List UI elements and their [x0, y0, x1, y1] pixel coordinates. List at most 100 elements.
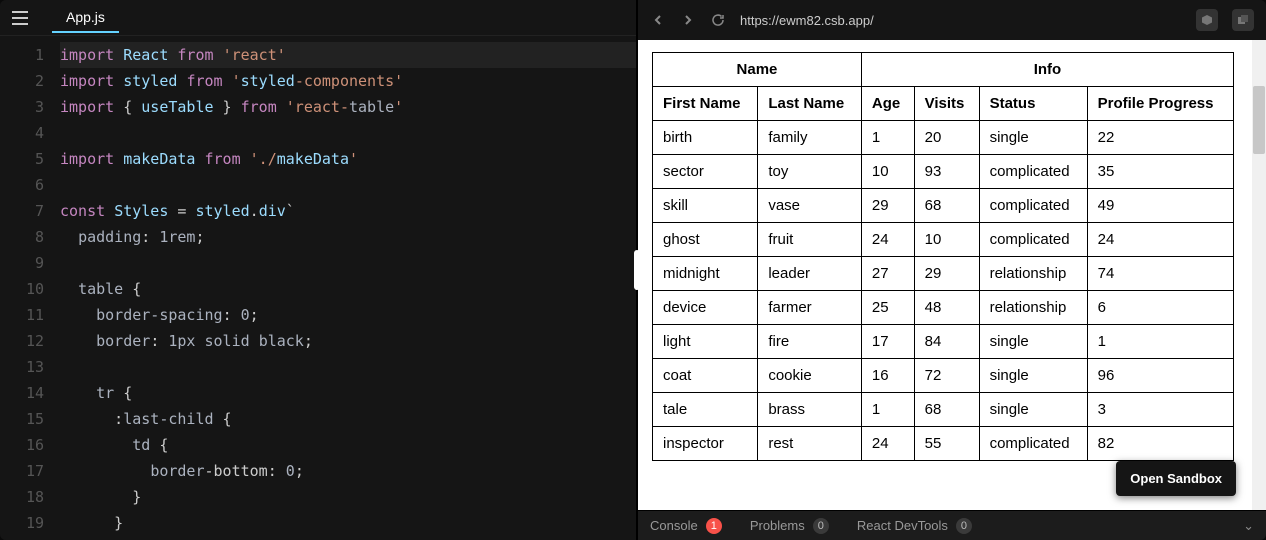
- table-cell: family: [758, 121, 862, 155]
- table-body: birthfamily120single22sectortoy1093compl…: [653, 121, 1234, 461]
- preview-scrollbar-thumb[interactable]: [1253, 86, 1265, 154]
- menu-icon[interactable]: [8, 6, 32, 30]
- table-cell: 84: [914, 325, 979, 359]
- tab-app-js[interactable]: App.js: [52, 3, 119, 33]
- table-cell: 82: [1087, 427, 1233, 461]
- column-header: Status: [979, 87, 1087, 121]
- table-cell: 3: [1087, 393, 1233, 427]
- code-line[interactable]: :last-child {: [60, 406, 636, 432]
- browser-bar: https://ewm82.csb.app/: [638, 0, 1266, 40]
- reload-icon[interactable]: [710, 12, 726, 28]
- line-number: 17: [0, 458, 44, 484]
- devtools-tab[interactable]: Problems0: [750, 518, 829, 534]
- table-cell: 10: [914, 223, 979, 257]
- table-cell: device: [653, 291, 758, 325]
- table-cell: 22: [1087, 121, 1233, 155]
- table-cell: 72: [914, 359, 979, 393]
- table-cell: complicated: [979, 189, 1087, 223]
- table-group-header-row: Name Info: [653, 53, 1234, 87]
- table-row: birthfamily120single22: [653, 121, 1234, 155]
- table-cell: 48: [914, 291, 979, 325]
- table-cell: single: [979, 393, 1087, 427]
- table-cell: farmer: [758, 291, 862, 325]
- table-cell: 27: [861, 257, 914, 291]
- table-cell: 6: [1087, 291, 1233, 325]
- table-cell: single: [979, 325, 1087, 359]
- code-line[interactable]: [60, 120, 636, 146]
- badge: 0: [956, 518, 972, 534]
- line-number: 5: [0, 146, 44, 172]
- code-line[interactable]: }: [60, 510, 636, 536]
- code-line[interactable]: import { useTable } from 'react-table': [60, 94, 636, 120]
- table-row: midnightleader2729relationship74: [653, 257, 1234, 291]
- code-line[interactable]: border-spacing: 0;: [60, 302, 636, 328]
- table-cell: 49: [1087, 189, 1233, 223]
- line-number: 6: [0, 172, 44, 198]
- codesandbox-icon[interactable]: [1196, 9, 1218, 31]
- code-line[interactable]: td {: [60, 432, 636, 458]
- table-cell: inspector: [653, 427, 758, 461]
- table-cell: brass: [758, 393, 862, 427]
- forward-icon[interactable]: [680, 12, 696, 28]
- code-line[interactable]: }: [60, 484, 636, 510]
- code-content[interactable]: import React from 'react'import styled f…: [60, 36, 636, 540]
- address-bar[interactable]: https://ewm82.csb.app/: [740, 13, 1182, 28]
- code-line[interactable]: [60, 172, 636, 198]
- table-row: devicefarmer2548relationship6: [653, 291, 1234, 325]
- line-gutter: 12345678910111213141516171819: [0, 36, 60, 540]
- table-cell: 16: [861, 359, 914, 393]
- code-area[interactable]: 12345678910111213141516171819 import Rea…: [0, 36, 636, 540]
- table-row: talebrass168single3: [653, 393, 1234, 427]
- table-cell: 68: [914, 189, 979, 223]
- editor-pane: App.js 12345678910111213141516171819 imp…: [0, 0, 636, 540]
- open-sandbox-button[interactable]: Open Sandbox: [1116, 461, 1236, 496]
- devtools-tab[interactable]: Console1: [650, 518, 722, 534]
- line-number: 13: [0, 354, 44, 380]
- table-cell: complicated: [979, 223, 1087, 257]
- table-cell: 25: [861, 291, 914, 325]
- new-window-icon[interactable]: [1232, 9, 1254, 31]
- code-line[interactable]: import React from 'react': [60, 42, 636, 68]
- line-number: 15: [0, 406, 44, 432]
- line-number: 11: [0, 302, 44, 328]
- back-icon[interactable]: [650, 12, 666, 28]
- code-line[interactable]: import makeData from './makeData': [60, 146, 636, 172]
- devtools-tab[interactable]: React DevTools 0: [857, 518, 972, 534]
- table-row: sectortoy1093complicated35: [653, 155, 1234, 189]
- preview-scrollbar[interactable]: [1252, 40, 1266, 510]
- line-number: 10: [0, 276, 44, 302]
- table-cell: birth: [653, 121, 758, 155]
- table-cell: 1: [861, 393, 914, 427]
- code-line[interactable]: border: 1px solid black;: [60, 328, 636, 354]
- preview-pane: https://ewm82.csb.app/ Name Info First N…: [638, 0, 1266, 540]
- table-cell: ghost: [653, 223, 758, 257]
- line-number: 7: [0, 198, 44, 224]
- table-cell: single: [979, 121, 1087, 155]
- column-header: Age: [861, 87, 914, 121]
- table-row: skillvase2968complicated49: [653, 189, 1234, 223]
- code-line[interactable]: import styled from 'styled-components': [60, 68, 636, 94]
- table-cell: 29: [914, 257, 979, 291]
- chevron-down-icon[interactable]: ⌄: [1243, 518, 1254, 534]
- devtools-tab-label: React DevTools: [857, 518, 948, 533]
- code-line[interactable]: [60, 250, 636, 276]
- preview-content[interactable]: Name Info First NameLast NameAgeVisitsSt…: [638, 40, 1266, 510]
- table-cell: sector: [653, 155, 758, 189]
- code-line[interactable]: tr {: [60, 380, 636, 406]
- table-row: coatcookie1672single96: [653, 359, 1234, 393]
- code-line[interactable]: table {: [60, 276, 636, 302]
- table-cell: 96: [1087, 359, 1233, 393]
- code-line[interactable]: border-bottom: 0;: [60, 458, 636, 484]
- table-cell: 93: [914, 155, 979, 189]
- code-line[interactable]: [60, 354, 636, 380]
- table-cell: skill: [653, 189, 758, 223]
- table-cell: 35: [1087, 155, 1233, 189]
- code-line[interactable]: padding: 1rem;: [60, 224, 636, 250]
- table-cell: relationship: [979, 257, 1087, 291]
- table-cell: 1: [861, 121, 914, 155]
- table-cell: rest: [758, 427, 862, 461]
- devtools-tab-label: Console: [650, 518, 698, 533]
- code-line[interactable]: const Styles = styled.div`: [60, 198, 636, 224]
- line-number: 2: [0, 68, 44, 94]
- column-header: Profile Progress: [1087, 87, 1233, 121]
